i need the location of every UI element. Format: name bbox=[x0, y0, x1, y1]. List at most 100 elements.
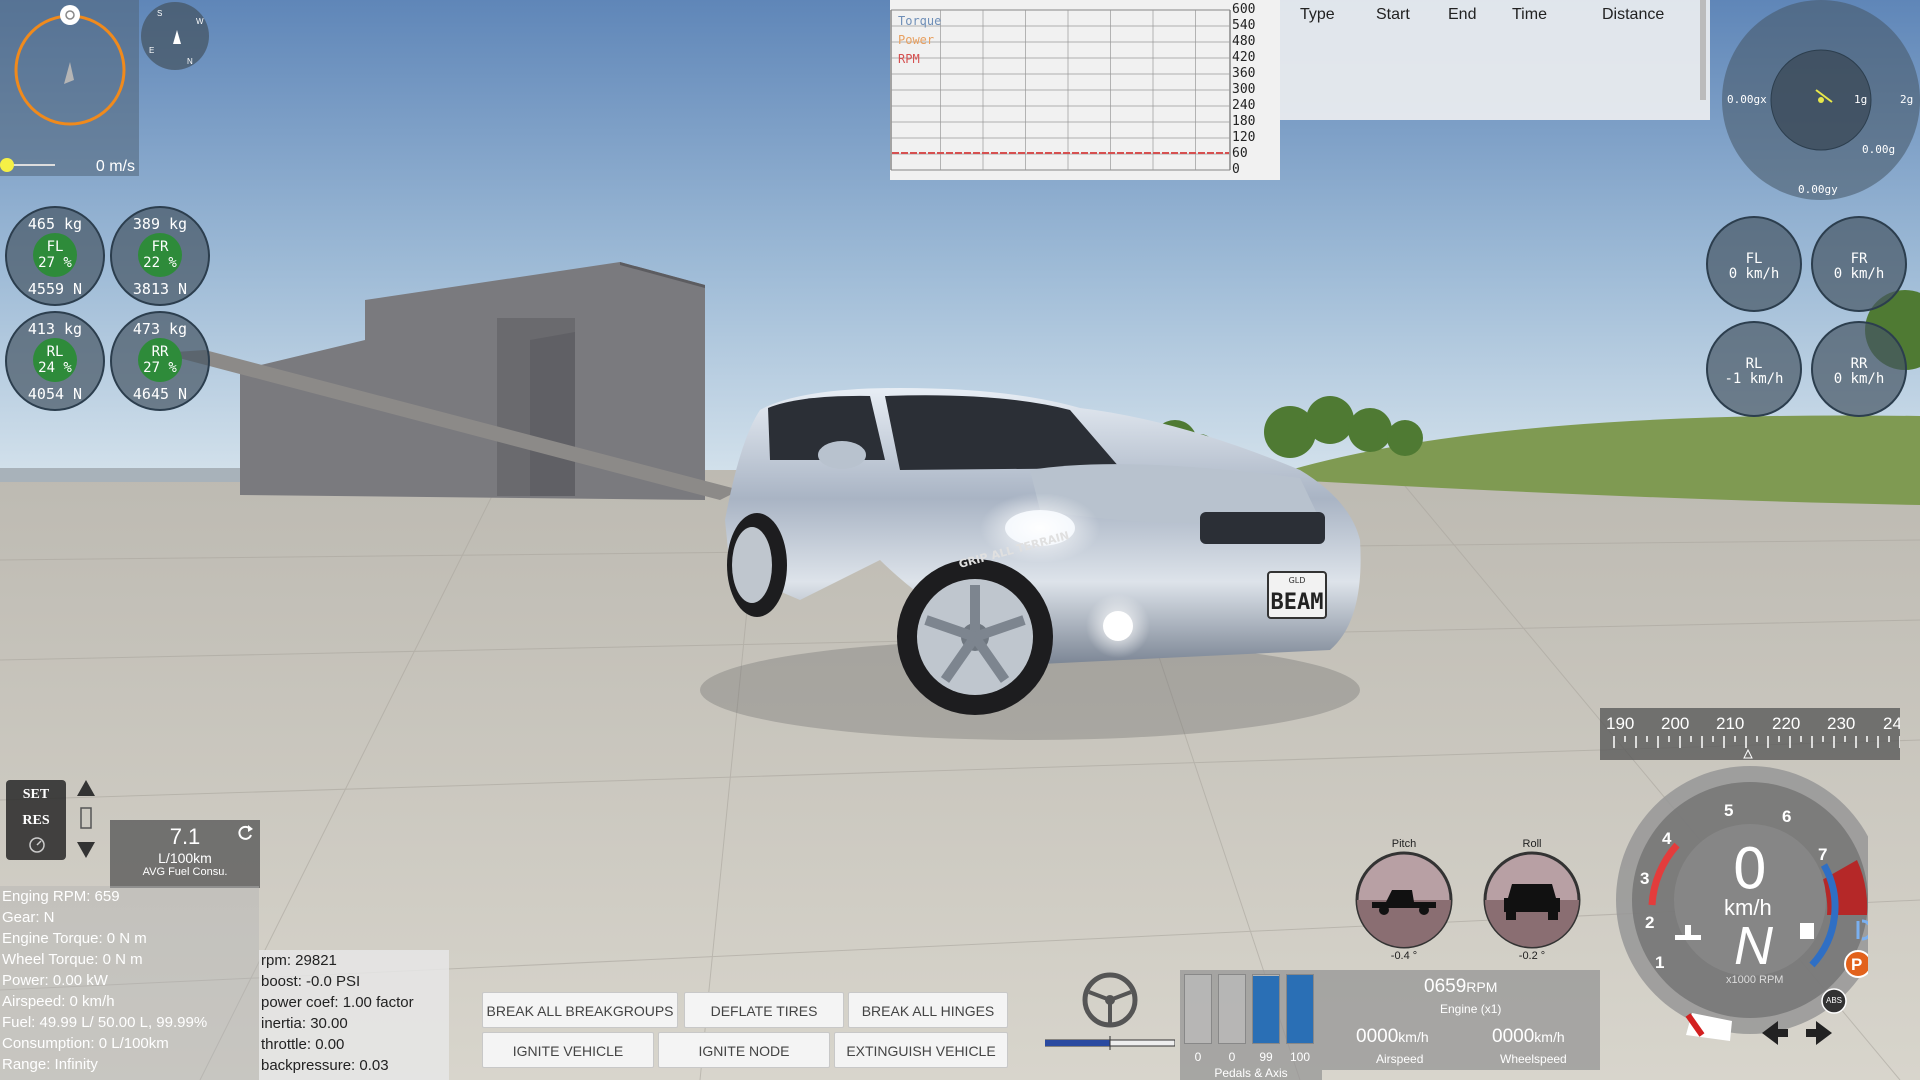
steering-indicator bbox=[1045, 972, 1175, 1050]
roll-label: Roll bbox=[1522, 838, 1542, 850]
heading-dial bbox=[0, 5, 126, 172]
tire-core: FL 27 % bbox=[33, 233, 77, 277]
right-turn-signal-icon bbox=[1806, 1021, 1832, 1045]
info-power: Power: 0.00 kW bbox=[2, 972, 108, 989]
turbo-info-list: rpm: 29821 boost: -0.0 PSI power coef: 1… bbox=[259, 950, 449, 1080]
tire-kg: 465 kg bbox=[27, 215, 83, 233]
pedal-label: 0 bbox=[1228, 1050, 1236, 1064]
rpm-tick-7: 7 bbox=[1818, 845, 1828, 864]
info-fuel: Fuel: 49.99 L/ 50.00 L, 99.99% bbox=[2, 1014, 208, 1031]
tire-newton: 3813 N bbox=[132, 280, 188, 298]
info-inertia: inertia: 30.00 bbox=[261, 1015, 348, 1032]
info-airspeed: Airspeed: 0 km/h bbox=[2, 993, 115, 1010]
ignite-node-button[interactable]: IGNITE NODE bbox=[658, 1032, 830, 1068]
graph-y-tick: 120 bbox=[1232, 130, 1256, 145]
g-force-meter: 0.00gx 1g 2g 0.00g 0.00gy bbox=[1722, 0, 1920, 200]
plate-small-text: GLD bbox=[1289, 576, 1306, 585]
speed-readout: 0 m/s bbox=[95, 158, 135, 175]
tire-core: FR 22 % bbox=[138, 233, 182, 277]
engine-label: Engine (x1) bbox=[1440, 1002, 1502, 1016]
speed-tape: 190 200 210 220 230 24 bbox=[1600, 708, 1900, 760]
graph-y-tick: 180 bbox=[1232, 114, 1256, 129]
minimap-compass: S W E N bbox=[141, 2, 209, 70]
cruise-set-button[interactable]: SET bbox=[10, 784, 62, 806]
tire-load-rl: 413 kg RL 24 % 4054 N bbox=[5, 311, 105, 411]
airspeed-label: Airspeed bbox=[1376, 1052, 1424, 1066]
cruise-down-icon[interactable] bbox=[77, 842, 95, 858]
graph-y-tick: 0 bbox=[1232, 162, 1240, 177]
wheel-speed-fr: FR 0 km/h bbox=[1811, 216, 1907, 312]
tire-core: RL 24 % bbox=[33, 338, 77, 382]
graph-y-tick: 60 bbox=[1232, 146, 1248, 161]
engine-readout-panel: 0659RPM Engine (x1) 0000km/h Airspeed 00… bbox=[1322, 970, 1600, 1070]
col-distance: Distance bbox=[1602, 6, 1665, 23]
cruise-res-button[interactable]: RES bbox=[10, 810, 62, 832]
speedometer-icon[interactable] bbox=[28, 836, 46, 854]
pedal-label: 99 bbox=[1259, 1050, 1273, 1064]
rpm-tick-2: 2 bbox=[1645, 913, 1655, 932]
vehicle-info-list: Enging RPM: 659 Gear: N Engine Torque: 0… bbox=[0, 886, 259, 1080]
rpm-tick-3: 3 bbox=[1640, 869, 1650, 888]
legend-torque: Torque bbox=[898, 14, 942, 28]
graph-y-tick: 540 bbox=[1232, 18, 1256, 33]
torque-power-graph: Torque Power RPM 600 540 480 420 360 300 240 18… bbox=[890, 0, 1280, 180]
break-all-hinges-button[interactable]: BREAK ALL HINGES bbox=[848, 992, 1008, 1028]
pedal-bar bbox=[1286, 974, 1314, 1044]
rpm-tick-1: 1 bbox=[1655, 953, 1665, 972]
timing-scrollbar[interactable] bbox=[1700, 0, 1706, 100]
tire-newton: 4054 N bbox=[27, 385, 83, 403]
pitch-gauge: Pitch -0.4 ° bbox=[1354, 838, 1454, 962]
g-y-readout: 0.00gy bbox=[1798, 183, 1838, 196]
graph-y-tick: 480 bbox=[1232, 34, 1256, 49]
parking-label: P bbox=[1851, 955, 1863, 974]
info-gear: Gear: N bbox=[2, 909, 55, 926]
info-engine-rpm: Enging RPM: 659 bbox=[2, 888, 120, 905]
speed-compass-panel: 0 m/s bbox=[0, 0, 139, 176]
gear-indicator: N bbox=[1734, 916, 1773, 976]
graph-legend: Torque Power RPM bbox=[898, 12, 941, 69]
graph-grid bbox=[890, 9, 1231, 171]
cruise-up-icon[interactable] bbox=[77, 780, 95, 796]
wheel-speed-rr: RR 0 km/h bbox=[1811, 321, 1907, 417]
tire-load-fl: 465 kg FL 27 % 4559 N bbox=[5, 206, 105, 306]
legend-rpm: RPM bbox=[898, 52, 920, 66]
rpm-tick-6: 6 bbox=[1782, 807, 1792, 826]
tire-kg: 413 kg bbox=[27, 320, 83, 338]
break-all-breakgroups-button[interactable]: BREAK ALL BREAKGROUPS bbox=[482, 992, 678, 1028]
cruise-arrows bbox=[77, 780, 95, 858]
pedal-bar bbox=[1218, 974, 1246, 1044]
deflate-tires-button[interactable]: DEFLATE TIRES bbox=[684, 992, 844, 1028]
tire-core: RR 27 % bbox=[138, 338, 182, 382]
g-dot-icon bbox=[1818, 97, 1824, 103]
graph-y-tick: 240 bbox=[1232, 98, 1256, 113]
legend-power: Power bbox=[898, 33, 935, 47]
fuel-caption: AVG Fuel Consu. bbox=[142, 866, 228, 878]
info-consumption: Consumption: 0 L/100km bbox=[2, 1035, 169, 1052]
wheel-speed-rl: RL -1 km/h bbox=[1706, 321, 1802, 417]
graph-y-tick: 600 bbox=[1232, 2, 1256, 17]
fuel-pump-icon bbox=[1800, 923, 1814, 939]
pedals-axis-panel: 0 0 99 100 Pedals & Axis bbox=[1180, 970, 1322, 1080]
ignite-vehicle-button[interactable]: IGNITE VEHICLE bbox=[482, 1032, 654, 1068]
reset-icon[interactable] bbox=[236, 824, 254, 842]
timing-table: Type Start End Time Distance bbox=[1280, 0, 1710, 120]
info-turbo-rpm: rpm: 29821 bbox=[261, 952, 337, 969]
pedal-label: 100 bbox=[1289, 1050, 1311, 1064]
north-arrow-icon bbox=[173, 30, 181, 44]
g-ring-1g: 1g bbox=[1854, 93, 1868, 106]
graph-y-tick: 420 bbox=[1232, 50, 1256, 65]
info-boost: boost: -0.0 PSI bbox=[261, 973, 361, 990]
g-total-readout: 0.00g bbox=[1862, 143, 1896, 156]
rpm-tick-5: 5 bbox=[1724, 801, 1734, 820]
graph-y-tick: 300 bbox=[1232, 82, 1256, 97]
truck-front-icon bbox=[1504, 884, 1560, 912]
speed-value: 0 bbox=[1732, 837, 1768, 902]
rpm-tick-4: 4 bbox=[1662, 829, 1672, 848]
pedal-bar bbox=[1252, 974, 1280, 1044]
extinguish-vehicle-button[interactable]: EXTINGUISH VEHICLE bbox=[834, 1032, 1008, 1068]
wheel-speed-fl: FL 0 km/h bbox=[1706, 216, 1802, 312]
abs-label: ABS bbox=[1826, 996, 1843, 1005]
pedals-caption: Pedals & Axis bbox=[1214, 1066, 1288, 1080]
roll-value: -0.2 ° bbox=[1518, 950, 1546, 962]
tire-newton: 4645 N bbox=[132, 385, 188, 403]
